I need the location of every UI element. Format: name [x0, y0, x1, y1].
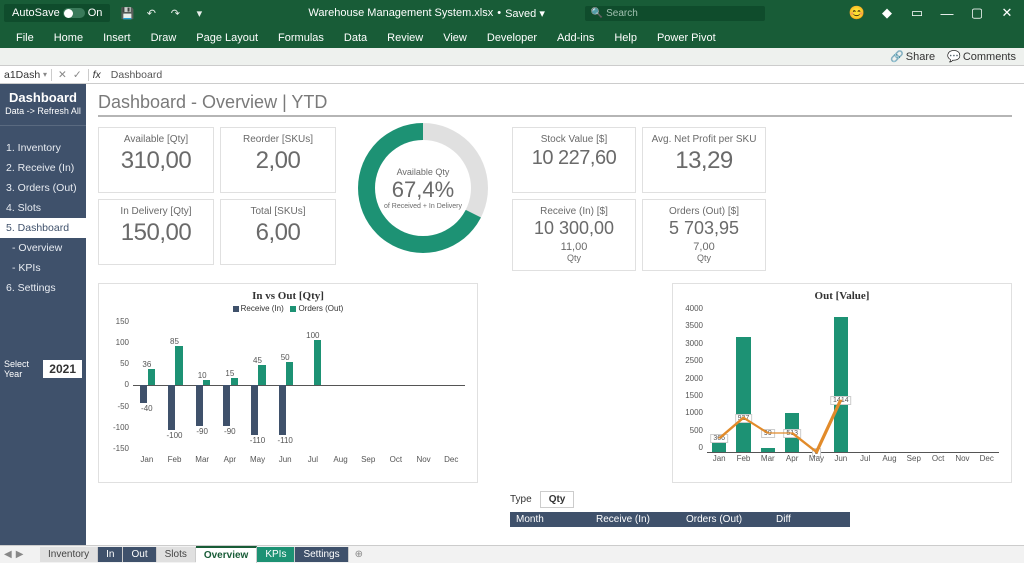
year-value[interactable]: 2021	[43, 360, 82, 378]
ribbon-collapsed: 🔗 Share 💬 Comments	[0, 48, 1024, 66]
account-icon[interactable]: 😊	[846, 5, 868, 21]
year-selector: Select Year 2021	[0, 355, 86, 383]
sidebar-item-orders[interactable]: 3. Orders (Out)	[0, 178, 86, 198]
sheet-prev-icon[interactable]: ◀	[4, 549, 12, 560]
app-icon[interactable]: ◆	[876, 5, 898, 21]
ribbon-tabs: File Home Insert Draw Page Layout Formul…	[0, 26, 1024, 48]
name-box[interactable]: a1Dash ▾	[0, 69, 52, 81]
tab-insert[interactable]: Insert	[93, 28, 141, 48]
share-button[interactable]: 🔗 Share	[890, 50, 935, 63]
qat-dropdown-icon[interactable]: ▾	[190, 7, 208, 20]
kpi-stock-value: Stock Value [$] 10 227,60	[512, 127, 636, 193]
cancel-icon[interactable]: ✕	[58, 69, 67, 81]
tab-home[interactable]: Home	[44, 28, 93, 48]
comments-button[interactable]: 💬 Comments	[947, 50, 1016, 63]
kpi-orders-out: Orders (Out) [$] 5 703,95 7,00 Qty	[642, 199, 766, 271]
chart-legend: Receive (In) Orders (Out)	[107, 304, 469, 313]
type-selector: Type Qty	[510, 491, 1012, 508]
sidebar-item-settings[interactable]: 6. Settings	[0, 278, 86, 298]
formula-bar: a1Dash ▾ ✕ ✓ fx Dashboard	[0, 66, 1024, 84]
kpi-in-delivery: In Delivery [Qty] 150,00	[98, 199, 214, 265]
search-box[interactable]: 🔍 Search	[585, 6, 765, 21]
enter-icon[interactable]: ✓	[73, 69, 82, 81]
tab-review[interactable]: Review	[377, 28, 433, 48]
dashboard-canvas: Dashboard - Overview | YTD Available [Qt…	[86, 84, 1024, 563]
sheet-next-icon[interactable]: ▶	[16, 549, 24, 560]
doc-name: Warehouse Management System.xlsx	[308, 7, 493, 19]
type-value[interactable]: Qty	[540, 491, 575, 508]
close-icon[interactable]: ✕	[996, 5, 1018, 21]
kpi-available-qty: Available [Qty] 310,00	[98, 127, 214, 193]
tab-data[interactable]: Data	[334, 28, 377, 48]
donut-chart: Available Qty 67,4% of Received + In Del…	[348, 123, 498, 273]
kpi-reorder: Reorder [SKUs] 2,00	[220, 127, 336, 193]
autosave-toggle[interactable]: AutoSave On	[4, 4, 110, 22]
sidebar-item-dashboard[interactable]: 5. Dashboard	[0, 218, 86, 238]
tab-help[interactable]: Help	[604, 28, 647, 48]
tab-page-layout[interactable]: Page Layout	[186, 28, 268, 48]
save-icon[interactable]: 💾	[118, 7, 136, 20]
kpi-avg-profit: Avg. Net Profit per SKU 13,29	[642, 127, 766, 193]
tab-developer[interactable]: Developer	[477, 28, 547, 48]
sheet-settings[interactable]: Settings	[295, 547, 348, 562]
summary-table-header: Month Receive (In) Orders (Out) Diff	[510, 512, 850, 527]
saved-state[interactable]: Saved ▾	[505, 7, 545, 20]
search-icon: 🔍	[591, 8, 603, 19]
kpi-receive-in: Receive (In) [$] 10 300,00 11,00 Qty	[512, 199, 636, 271]
sidebar-item-receive[interactable]: 2. Receive (In)	[0, 158, 86, 178]
sidebar-item-overview[interactable]: - Overview	[0, 238, 86, 258]
tab-view[interactable]: View	[433, 28, 477, 48]
dashboard-title: Dashboard - Overview | YTD	[98, 92, 1012, 117]
new-sheet-icon[interactable]: ⊕	[349, 549, 369, 560]
tab-file[interactable]: File	[6, 28, 44, 48]
tab-draw[interactable]: Draw	[141, 28, 187, 48]
search-placeholder: Search	[606, 8, 638, 19]
kpi-block-left: Available [Qty] 310,00 Reorder [SKUs] 2,…	[98, 127, 336, 273]
quick-access-toolbar: 💾 ↶ ↷ ▾	[118, 7, 208, 20]
sidebar-item-slots[interactable]: 4. Slots	[0, 198, 86, 218]
minimize-icon[interactable]: —	[936, 6, 958, 21]
chart-in-vs-out: In vs Out [Qty] Receive (In) Orders (Out…	[98, 283, 478, 483]
sidebar-item-inventory[interactable]: 1. Inventory	[0, 138, 86, 158]
tab-formulas[interactable]: Formulas	[268, 28, 334, 48]
sheet-kpis[interactable]: KPIs	[257, 547, 295, 562]
formula-value[interactable]: Dashboard	[105, 69, 168, 81]
ribbon-mode-icon[interactable]: ▭	[906, 5, 928, 21]
tab-addins[interactable]: Add-ins	[547, 28, 604, 48]
maximize-icon[interactable]: ▢	[966, 5, 988, 21]
chevron-down-icon[interactable]: ▾	[43, 70, 47, 79]
sheet-slots[interactable]: Slots	[157, 547, 196, 562]
fx-icon[interactable]: fx	[89, 69, 105, 81]
sheet-inventory[interactable]: Inventory	[40, 547, 98, 562]
sidebar-item-kpis[interactable]: - KPIs	[0, 258, 86, 278]
autosave-label: AutoSave	[12, 7, 60, 19]
toggle-switch[interactable]	[63, 8, 85, 18]
chart-out-value: Out [Value] 4000350030002500200015001000…	[672, 283, 1012, 483]
autosave-state: On	[88, 7, 103, 19]
sheet-overview[interactable]: Overview	[196, 546, 257, 563]
sheet-in[interactable]: In	[98, 547, 123, 562]
sidebar-header: Dashboard Data -> Refresh All	[0, 84, 86, 126]
kpi-total: Total [SKUs] 6,00	[220, 199, 336, 265]
sheet-out[interactable]: Out	[123, 547, 156, 562]
sheet-tabs: ◀ ▶ Inventory In Out Slots Overview KPIs…	[0, 545, 1024, 563]
undo-icon[interactable]: ↶	[142, 7, 160, 20]
redo-icon[interactable]: ↷	[166, 7, 184, 20]
workspace: Dashboard Data -> Refresh All 1. Invento…	[0, 84, 1024, 563]
kpi-block-right: Stock Value [$] 10 227,60 Avg. Net Profi…	[512, 127, 766, 273]
sidebar: Dashboard Data -> Refresh All 1. Invento…	[0, 84, 86, 563]
tab-power-pivot[interactable]: Power Pivot	[647, 28, 726, 48]
document-title: Warehouse Management System.xlsx • Saved…	[308, 7, 544, 20]
titlebar: AutoSave On 💾 ↶ ↷ ▾ Warehouse Management…	[0, 0, 1024, 26]
